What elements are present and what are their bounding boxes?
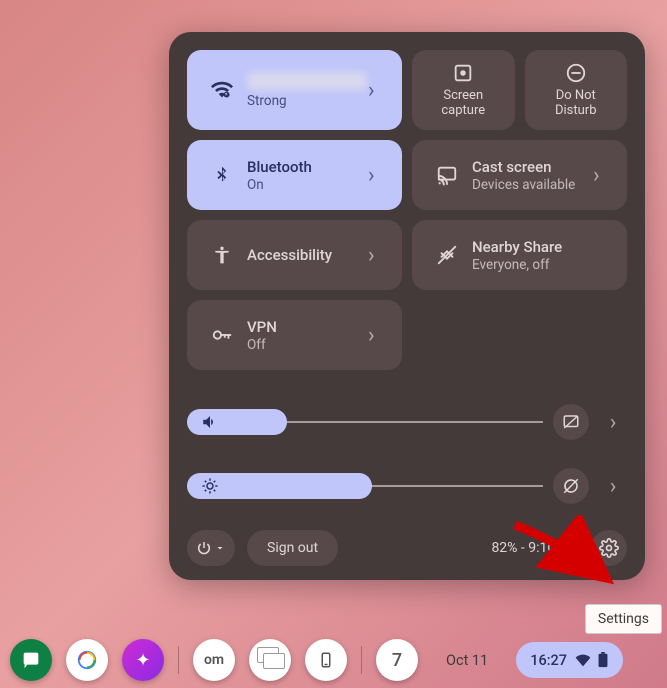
chevron-right-icon: › bbox=[368, 163, 392, 188]
chevron-right-icon: › bbox=[368, 323, 392, 348]
shelf-date[interactable]: Oct 11 bbox=[432, 642, 502, 678]
vpn-label: VPN bbox=[247, 318, 368, 336]
quick-settings-panel: Strong › Screen capture Do Not Disturb bbox=[169, 32, 645, 580]
power-button[interactable] bbox=[187, 530, 235, 566]
cast-label: Cast screen bbox=[472, 158, 593, 176]
shelf-app-files[interactable] bbox=[66, 639, 108, 681]
shelf-app-phone[interactable] bbox=[305, 639, 347, 681]
shelf-separator bbox=[178, 646, 179, 674]
wifi-ssid-redacted bbox=[247, 72, 367, 90]
gear-icon bbox=[599, 538, 619, 558]
chevron-right-icon: › bbox=[368, 243, 392, 268]
chevron-right-icon: › bbox=[368, 78, 392, 103]
cast-status: Devices available bbox=[472, 177, 593, 193]
shelf-app-chat[interactable] bbox=[10, 639, 52, 681]
volume-expand[interactable]: › bbox=[599, 410, 627, 435]
nearby-share-tile[interactable]: Nearby Share Everyone, off bbox=[412, 220, 627, 290]
shelf-notification-count[interactable]: 7 bbox=[376, 639, 418, 681]
brightness-slider[interactable] bbox=[187, 473, 543, 499]
volume-icon bbox=[201, 413, 219, 431]
vpn-tile[interactable]: VPN Off › bbox=[187, 300, 402, 370]
shelf-app-star[interactable]: ✦ bbox=[122, 639, 164, 681]
dnd-icon bbox=[565, 62, 587, 84]
wifi-strength: Strong bbox=[247, 93, 368, 109]
chevron-right-icon: › bbox=[593, 163, 617, 188]
bluetooth-tile[interactable]: Bluetooth On › bbox=[187, 140, 402, 210]
volume-row: › bbox=[187, 404, 627, 440]
dnd-label: Do Not Disturb bbox=[555, 89, 597, 118]
sign-out-button[interactable]: Sign out bbox=[247, 530, 338, 566]
wifi-tile[interactable]: Strong › bbox=[187, 50, 402, 130]
accessibility-icon bbox=[205, 245, 239, 265]
accessibility-label: Accessibility bbox=[247, 246, 368, 264]
dnd-tile[interactable]: Do Not Disturb bbox=[525, 50, 628, 130]
shelf: ✦ om 7 Oct 11 16:27 bbox=[0, 632, 667, 688]
battery-icon bbox=[597, 652, 609, 668]
night-light-button[interactable] bbox=[553, 468, 589, 504]
nearby-share-label: Nearby Share bbox=[472, 238, 617, 256]
audio-output-button[interactable] bbox=[553, 404, 589, 440]
accessibility-tile[interactable]: Accessibility › bbox=[187, 220, 402, 290]
brightness-row: › bbox=[187, 468, 627, 504]
bluetooth-status: On bbox=[247, 177, 368, 193]
shelf-app-omni[interactable]: om bbox=[193, 639, 235, 681]
brightness-expand[interactable]: › bbox=[599, 474, 627, 499]
vpn-status: Off bbox=[247, 337, 368, 353]
wifi-icon bbox=[575, 652, 591, 668]
screen-capture-tile[interactable]: Screen capture bbox=[412, 50, 515, 130]
bluetooth-label: Bluetooth bbox=[247, 158, 368, 176]
shelf-separator bbox=[361, 646, 362, 674]
battery-text: 82% - 9:10 left bbox=[350, 540, 579, 556]
wifi-icon bbox=[205, 79, 239, 101]
cast-icon bbox=[430, 164, 464, 186]
shelf-status-area[interactable]: 16:27 bbox=[516, 642, 623, 678]
settings-tooltip: Settings bbox=[585, 604, 662, 634]
cast-tile[interactable]: Cast screen Devices available › bbox=[412, 140, 627, 210]
volume-slider[interactable] bbox=[187, 409, 543, 435]
brightness-icon bbox=[201, 477, 219, 495]
nearby-share-icon bbox=[430, 244, 464, 266]
settings-button[interactable] bbox=[591, 530, 627, 566]
nearby-share-status: Everyone, off bbox=[472, 257, 617, 273]
shelf-app-windows[interactable] bbox=[249, 639, 291, 681]
bluetooth-icon bbox=[205, 165, 239, 185]
shelf-time: 16:27 bbox=[530, 652, 567, 669]
screen-capture-icon bbox=[452, 62, 474, 84]
screen-capture-label: Screen capture bbox=[441, 89, 485, 118]
vpn-icon bbox=[205, 324, 239, 346]
